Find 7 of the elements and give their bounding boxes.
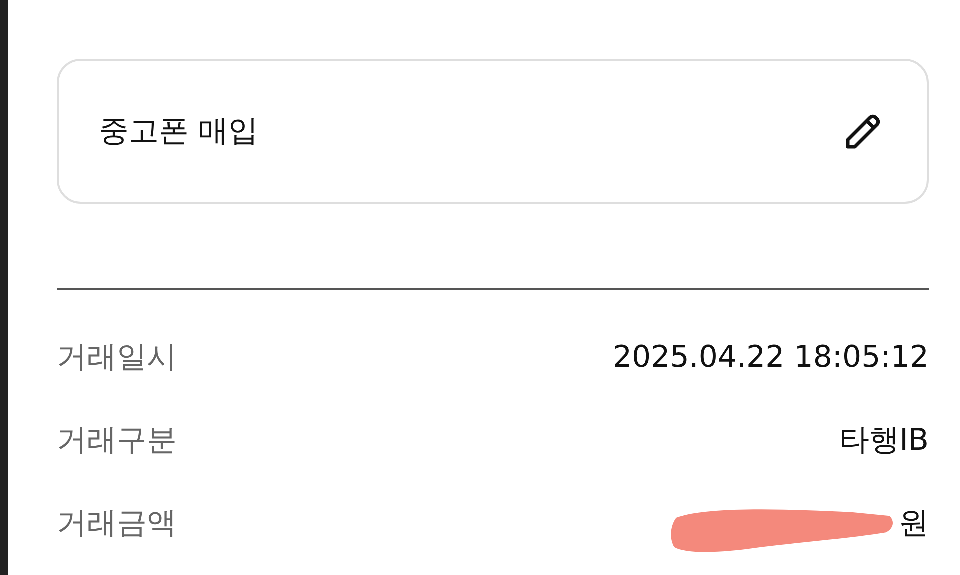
detail-value: 타행IB: [840, 423, 929, 458]
memo-text: 중고폰 매입: [99, 113, 259, 151]
detail-label: 거래일시: [57, 339, 177, 377]
detail-value: 2025.04.22 18:05:12: [612, 340, 929, 375]
detail-label: 거래구분: [57, 422, 177, 460]
detail-label: 거래금액: [57, 505, 177, 543]
detail-value: 원: [899, 506, 929, 541]
